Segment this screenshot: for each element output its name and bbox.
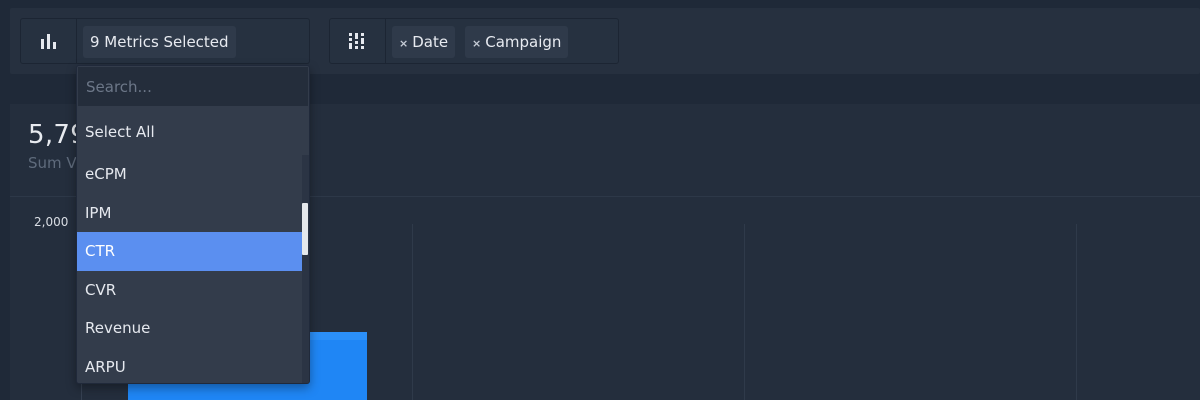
dimension-chip-label: Campaign [485,33,562,51]
grid-line [744,224,745,400]
metric-option-ecpm[interactable]: eCPM [77,155,302,194]
remove-icon[interactable]: × [399,37,408,50]
metric-option-ctr[interactable]: CTR [77,232,302,271]
metric-option-ipm[interactable]: IPM [77,194,302,233]
dimension-chip-campaign[interactable]: × Campaign [465,26,569,58]
scrollbar-track[interactable] [302,155,309,383]
dimension-chip-label: Date [412,33,449,51]
dimension-chip-date[interactable]: × Date [392,26,456,58]
metrics-dropdown: Select All eCPM IPM CTR CVR Revenue ARPU [76,65,310,384]
dimensions-selector: × Date × Campaign [329,18,619,64]
select-all-option[interactable]: Select All [77,112,309,152]
metrics-list: eCPM IPM CTR CVR Revenue ARPU [77,155,302,383]
metric-option-arpu[interactable]: ARPU [77,348,302,383]
search-input[interactable] [78,67,308,106]
metric-option-cvr[interactable]: CVR [77,271,302,310]
metrics-selected-chip[interactable]: 9 Metrics Selected [83,26,236,58]
y-tick-label: 2,000 [34,215,69,229]
grid-line [1076,224,1077,400]
columns-icon[interactable] [330,19,386,63]
kpi-label: Sum V [28,154,77,172]
scrollbar-thumb[interactable] [302,203,308,255]
grid-line [412,224,413,400]
remove-icon[interactable]: × [472,37,481,50]
metric-option-revenue[interactable]: Revenue [77,309,302,348]
bar-chart-icon[interactable] [21,19,77,63]
metrics-selector: 9 Metrics Selected [20,18,310,64]
